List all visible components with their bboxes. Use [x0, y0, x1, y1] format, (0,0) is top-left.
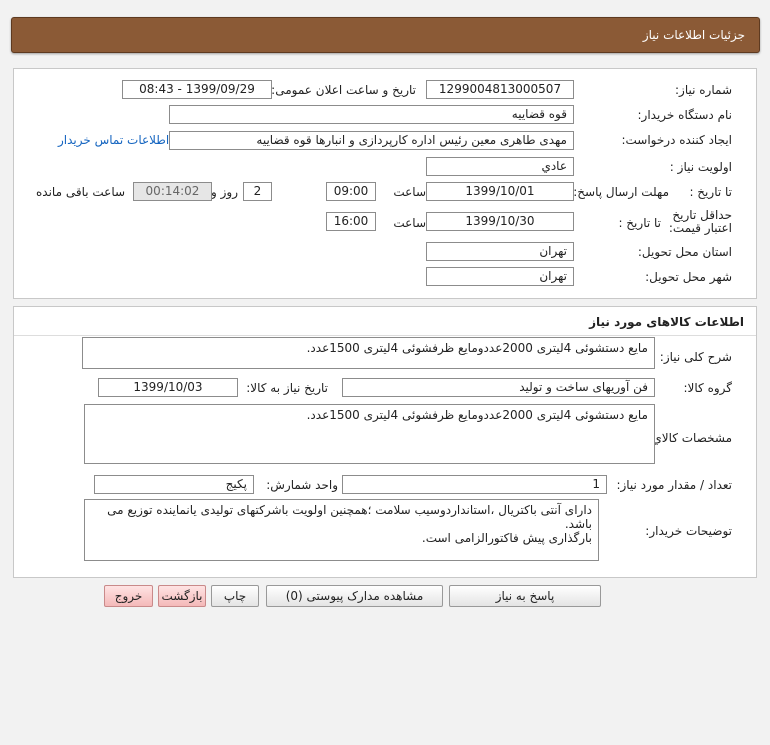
general-desc-field: مایع دستشوئی 4لیتری 2000عددومایع ظرفشوئی…	[82, 337, 655, 369]
days-field: 2	[243, 182, 272, 201]
buyer-org-field: قوه قضاییه	[169, 105, 574, 124]
need-number-field: 1299004813000507	[426, 80, 574, 99]
goods-section-title: اطلاعات کالاهای مورد نیاز	[589, 315, 744, 329]
remaining-label: ساعت باقی مانده	[36, 185, 126, 199]
announce-field: 1399/09/29 - 08:43	[122, 80, 272, 99]
qty-field: 1	[342, 475, 607, 494]
qty-label: تعداد / مقدار مورد نیاز:	[616, 478, 732, 492]
priority-field: عادي	[426, 157, 574, 176]
unit-field: پکیج	[94, 475, 254, 494]
goods-group-label: گروه کالا:	[683, 381, 733, 395]
city-field: تهران	[426, 267, 574, 286]
reply-button[interactable]: پاسخ به نیاز	[449, 585, 601, 607]
need-number-label: شماره نیاز:	[675, 83, 732, 97]
need-info-panel: شماره نیاز: 1299004813000507 تاریخ و ساع…	[13, 68, 757, 299]
buyer-contact-link[interactable]: اطلاعات تماس خریدار	[58, 133, 169, 147]
validity-label: حداقل تاریخ اعتبار قیمت:	[668, 208, 732, 235]
deadline-time-label: ساعت	[393, 185, 426, 199]
requester-label: ایجاد کننده درخواست:	[621, 133, 732, 147]
unit-label: واحد شمارش:	[266, 478, 338, 492]
remaining-time-field: 00:14:02	[133, 182, 212, 201]
page-title: جزئیات اطلاعات نیاز	[642, 28, 745, 42]
priority-label: اولویت نیاز :	[669, 160, 732, 174]
back-button[interactable]: بازگشت	[158, 585, 206, 607]
view-attachments-button[interactable]: مشاهده مدارک پیوستی (0)	[266, 585, 443, 607]
validity-date-field: 1399/10/30	[426, 212, 574, 231]
deadline-label: مهلت ارسال پاسخ:	[573, 185, 669, 199]
announce-label: تاریخ و ساعت اعلان عمومی:	[271, 83, 416, 97]
need-date-field: 1399/10/03	[98, 378, 238, 397]
general-desc-label: شرح کلی نیاز:	[659, 350, 732, 364]
page-header: جزئیات اطلاعات نیاز	[11, 17, 760, 53]
specs-field: مایع دستشوئی 4لیتری 2000عددومایع ظرفشوئی…	[84, 404, 655, 464]
province-field: تهران	[426, 242, 574, 261]
section-divider	[14, 335, 756, 336]
goods-group-field: فن آوریهای ساخت و تولید	[342, 378, 655, 397]
days-label: روز و	[211, 185, 238, 199]
deadline-date-field: 1399/10/01	[426, 182, 574, 201]
city-label: شهر محل تحویل:	[645, 270, 732, 284]
validity-time-field: 16:00	[326, 212, 376, 231]
need-date-label: تاریخ نیاز به کالا:	[246, 381, 328, 395]
requester-field: مهدی طاهری معین رئیس اداره کارپردازی و ا…	[169, 131, 574, 150]
province-label: استان محل تحویل:	[637, 245, 732, 259]
deadline-time-field: 09:00	[326, 182, 376, 201]
buyer-org-label: نام دستگاه خریدار:	[637, 108, 733, 122]
buyer-notes-field: دارای آنتی باکتریال ،استانداردوسیب سلامت…	[84, 499, 599, 561]
exit-button[interactable]: خروج	[104, 585, 153, 607]
validity-time-label: ساعت	[393, 216, 426, 230]
buyer-notes-label: توضیحات خریدار:	[645, 524, 732, 538]
validity-until-label: تا تاریخ :	[618, 216, 661, 230]
deadline-until-label: تا تاریخ :	[689, 185, 732, 199]
goods-panel: اطلاعات کالاهای مورد نیاز شرح کلی نیاز: …	[13, 306, 757, 578]
print-button[interactable]: چاپ	[211, 585, 259, 607]
